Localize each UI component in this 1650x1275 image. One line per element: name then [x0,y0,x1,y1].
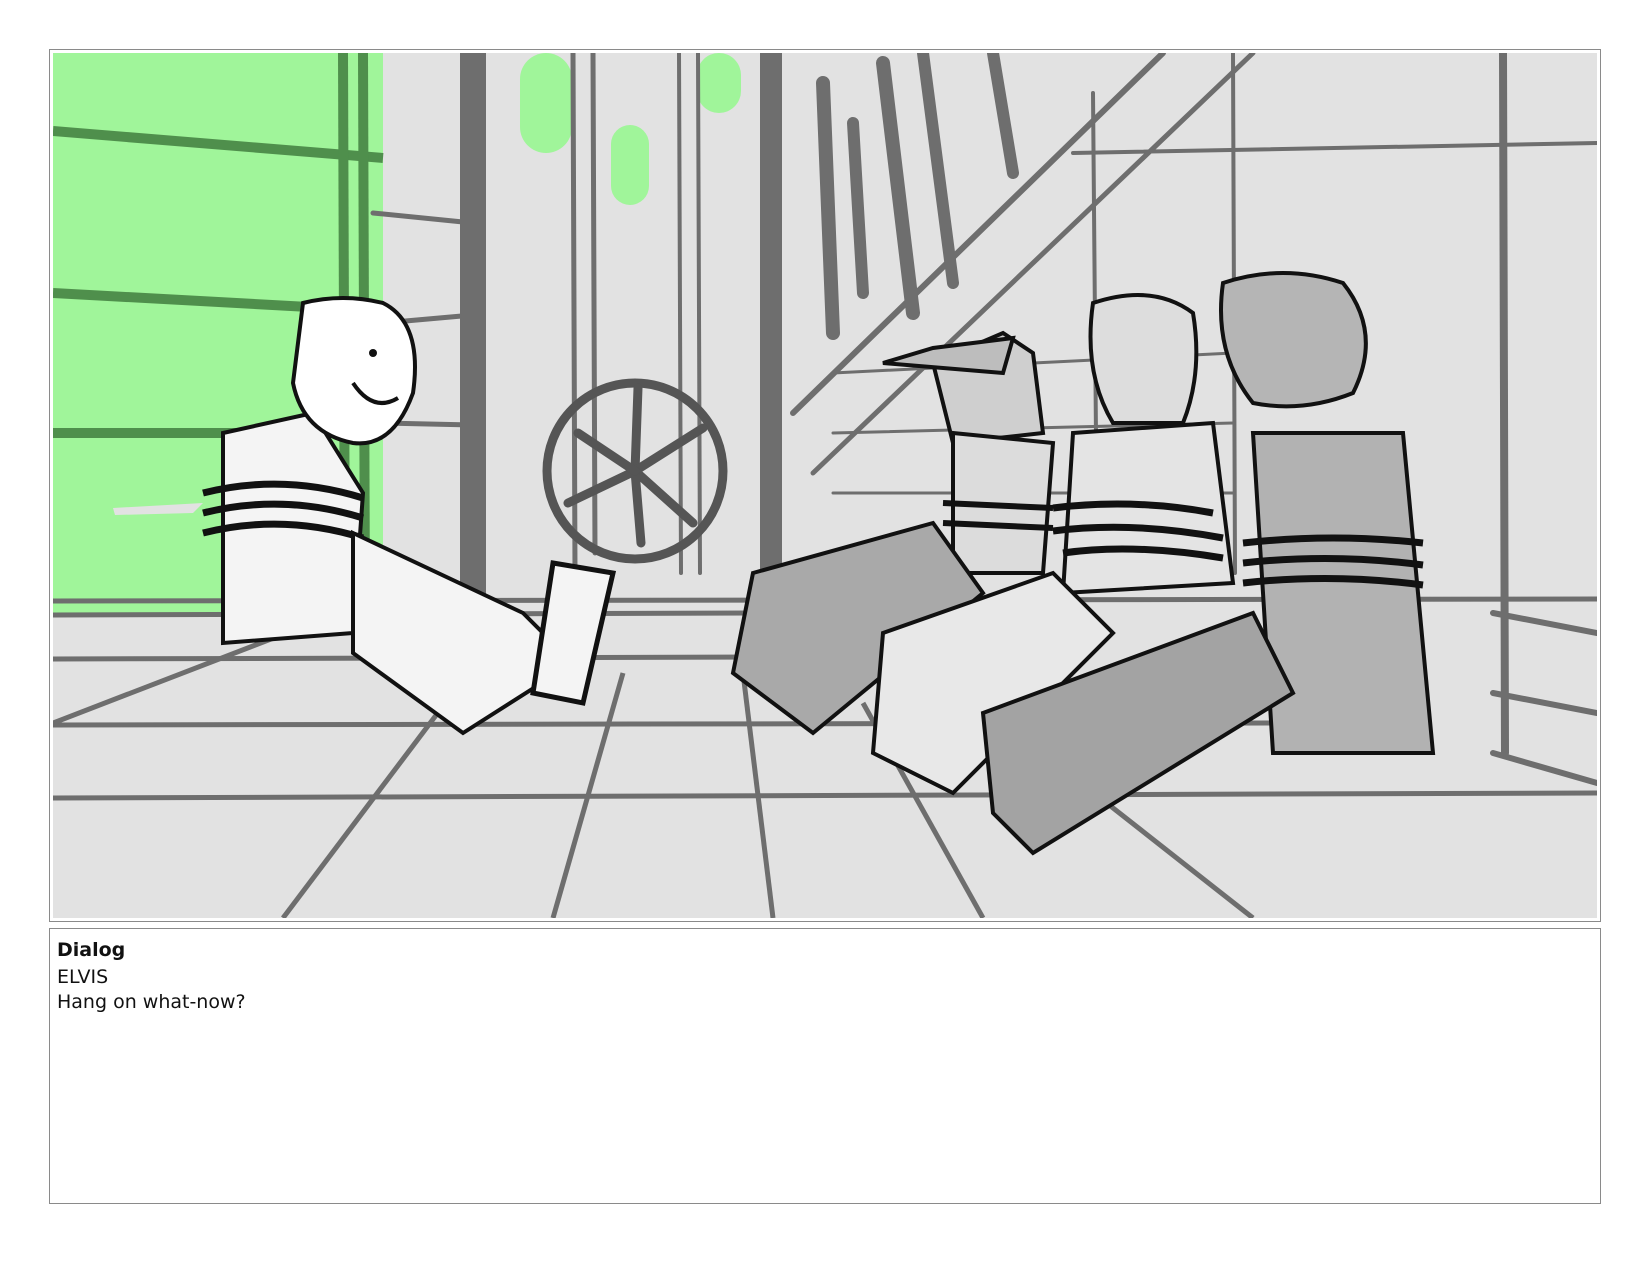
dialog-character: ELVIS [57,966,109,988]
storyboard-panel [49,49,1601,922]
dialog-heading: Dialog [57,939,126,961]
dialog-line: Hang on what-now? [57,991,246,1013]
dialog-box: Dialog ELVIS Hang on what-now? [49,928,1601,1204]
panel-sketch [53,53,1597,918]
